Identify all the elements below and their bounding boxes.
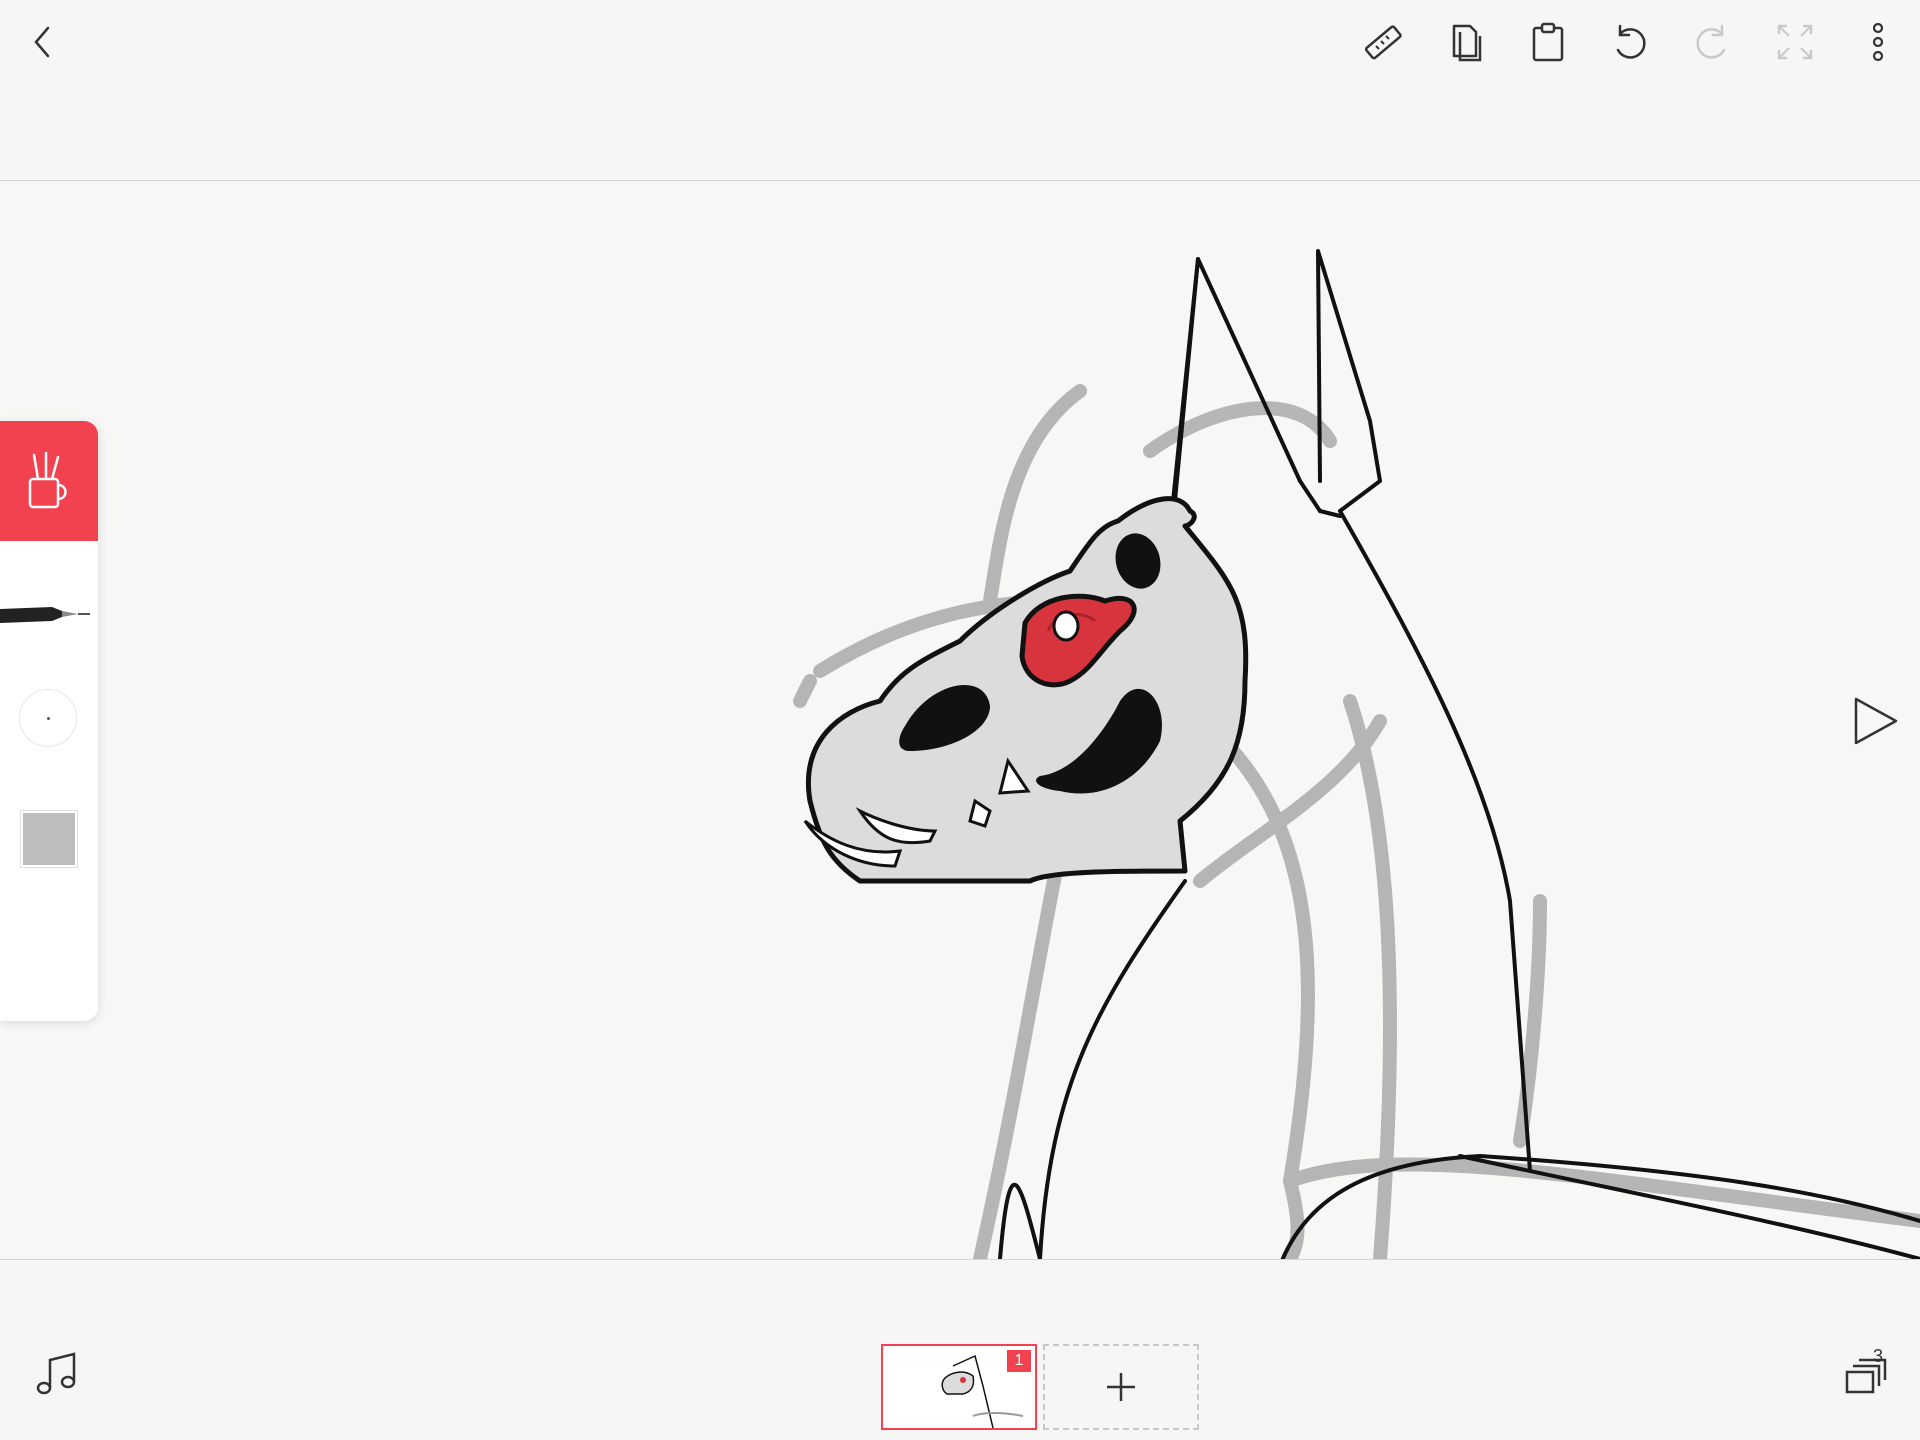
play-icon <box>1854 697 1898 745</box>
undo-icon <box>1616 24 1646 59</box>
top-toolbar <box>0 0 1920 181</box>
drawing-artwork <box>793 249 1920 1259</box>
paste-button[interactable] <box>1516 10 1580 74</box>
color-swatch[interactable] <box>20 810 78 868</box>
redo-button[interactable] <box>1680 10 1744 74</box>
tools-menu-button[interactable] <box>0 421 98 541</box>
copy-button[interactable] <box>1434 10 1498 74</box>
ruler-button[interactable] <box>1351 10 1415 74</box>
ruler-icon <box>1364 25 1402 60</box>
layers-icon <box>1845 1358 1887 1394</box>
brush-size-icon <box>46 716 50 720</box>
layers-count: 3 <box>1873 1346 1884 1366</box>
drawing-canvas[interactable] <box>0 181 1920 1260</box>
more-button[interactable] <box>1846 10 1910 74</box>
frame-thumbnail[interactable]: 1 <box>881 1344 1037 1430</box>
fullscreen-button[interactable] <box>1763 10 1827 74</box>
paste-icon <box>1532 22 1564 62</box>
pen-tool-button[interactable] <box>0 581 98 661</box>
copy-icon <box>1452 24 1482 62</box>
fullscreen-icon <box>1777 24 1813 60</box>
music-note-icon <box>36 1352 76 1395</box>
brush-size-button[interactable] <box>19 689 77 747</box>
plus-icon <box>1107 1373 1135 1401</box>
back-button[interactable] <box>10 10 74 74</box>
layers-button[interactable] <box>1833 1342 1897 1406</box>
redo-icon <box>1696 24 1726 59</box>
play-button[interactable] <box>1838 691 1908 751</box>
undo-button[interactable] <box>1598 10 1662 74</box>
music-button[interactable] <box>24 1342 88 1406</box>
back-icon <box>34 26 50 58</box>
tool-panel <box>0 421 98 1021</box>
pen-icon <box>0 607 90 623</box>
tools-cup-icon <box>28 451 67 509</box>
frame-number-badge: 1 <box>1007 1350 1031 1372</box>
more-icon <box>1872 22 1884 62</box>
add-frame-button[interactable] <box>1043 1344 1199 1430</box>
